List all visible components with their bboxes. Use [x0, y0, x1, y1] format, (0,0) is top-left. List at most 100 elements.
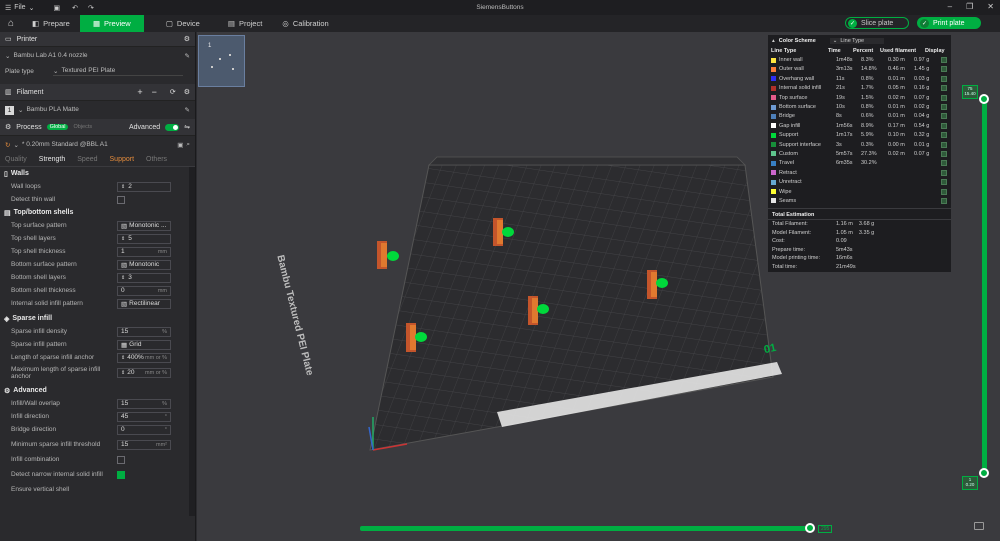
legend-row[interactable]: Seams — [768, 196, 951, 205]
display-checkbox[interactable] — [941, 179, 947, 186]
legend-row[interactable]: Wipe — [768, 187, 951, 196]
tab-prepare[interactable]: ◧ Prepare — [22, 15, 80, 32]
legend-row[interactable]: Unretract — [768, 177, 951, 186]
display-checkbox[interactable] — [941, 169, 947, 176]
display-checkbox[interactable] — [941, 160, 947, 167]
legend-row[interactable]: Gap infill 1m56s 8.9% 0.17 m 0.54 g — [768, 121, 951, 130]
gear-icon[interactable]: ⚙ — [184, 35, 190, 43]
internal-pattern-select[interactable]: ▧ Rectilinear — [117, 298, 171, 309]
narrow-infill-checkbox[interactable] — [117, 470, 125, 479]
layer-slider-top-handle[interactable]: 75 15.40 — [962, 85, 978, 99]
filament-select[interactable]: ⌄ Bambu PLA Matte — [18, 106, 79, 114]
infill-direction-input[interactable]: 45 ° — [117, 411, 171, 422]
remove-filament-button[interactable]: − — [152, 87, 157, 97]
settings-icon[interactable]: ⚙ — [184, 88, 190, 96]
legend-row[interactable]: Support interface 3s 0.3% 0.00 m 0.01 g — [768, 140, 951, 149]
bottom-pattern-select[interactable]: ▧ Monotonic — [117, 259, 171, 270]
top-thickness-input[interactable]: 1 mm — [117, 246, 171, 257]
color-scheme-select[interactable]: ⌄ Line Type — [829, 37, 885, 44]
legend-row[interactable]: Inner wall 1m48s 8.3% 0.30 m 0.97 g — [768, 55, 951, 64]
legend-row[interactable]: Bridge 8s 0.6% 0.01 m 0.04 g — [768, 112, 951, 121]
wall-loops-input[interactable]: ⇕ 2 — [117, 181, 171, 192]
display-checkbox[interactable] — [941, 113, 947, 120]
sparse-pattern-select[interactable]: ▦ Grid — [117, 339, 171, 350]
printer-select[interactable]: ⌄ Bambu Lab A1 0.4 nozzle ✎ — [0, 47, 195, 64]
display-checkbox[interactable] — [941, 197, 947, 204]
move-slider[interactable] — [360, 526, 815, 531]
legend-row[interactable]: Internal solid infill 21s 1.7% 0.05 m 0.16 g — [768, 84, 951, 93]
legend-row[interactable]: Custom 5m57s 27.3% 0.02 m 0.07 g — [768, 149, 951, 158]
subtab-support[interactable]: Support — [110, 156, 135, 163]
display-checkbox[interactable] — [941, 141, 947, 148]
edit-icon[interactable]: ✎ — [185, 106, 190, 114]
top-layers-input[interactable]: ⇕ 5 — [117, 233, 171, 244]
keyboard-shortcuts-icon[interactable] — [974, 522, 984, 530]
display-checkbox[interactable] — [941, 75, 947, 82]
min-sparse-input[interactable]: 15 mm² — [117, 439, 171, 450]
file-menu[interactable]: ☰ File ⌄ — [0, 4, 39, 12]
subtab-others[interactable]: Others — [146, 156, 167, 163]
tab-project[interactable]: ▤ Project — [218, 15, 272, 32]
legend-row[interactable]: Outer wall 3m13s 14.8% 0.46 m 1.45 g — [768, 65, 951, 74]
slice-plate-button[interactable]: ✓ Slice plate — [845, 17, 909, 29]
anchor-input[interactable]: ⇕ 400% mm or % — [117, 352, 171, 363]
legend-row[interactable]: Support 1m17s 5.9% 0.10 m 0.32 g — [768, 131, 951, 140]
edit-icon[interactable]: ✎ — [185, 52, 190, 60]
display-checkbox[interactable] — [941, 132, 947, 139]
objects-toggle[interactable]: Objects — [73, 124, 92, 130]
legend-row[interactable]: Top surface 19s 1.5% 0.02 m 0.07 g — [768, 93, 951, 102]
search-icon[interactable]: ⌕ — [186, 141, 190, 149]
home-button[interactable]: ⌂ — [0, 15, 22, 32]
display-checkbox[interactable] — [941, 104, 947, 111]
tab-preview[interactable]: ▦ Preview — [79, 15, 144, 32]
maximize-icon[interactable]: ❐ — [966, 2, 973, 11]
sidebar-scrollbar[interactable] — [189, 167, 195, 516]
save-icon[interactable]: ▣ — [53, 4, 60, 12]
subtab-speed[interactable]: Speed — [77, 156, 97, 163]
redo-icon[interactable]: ↷ — [88, 4, 94, 12]
display-checkbox[interactable] — [941, 188, 947, 195]
close-icon[interactable]: ✕ — [987, 2, 994, 11]
display-checkbox[interactable] — [941, 94, 947, 101]
display-checkbox[interactable] — [941, 150, 947, 157]
undo-icon[interactable]: ↶ — [72, 4, 78, 12]
display-checkbox[interactable] — [941, 66, 947, 73]
bottom-thickness-input[interactable]: 0 mm — [117, 285, 171, 296]
subtab-quality[interactable]: Quality — [5, 156, 27, 163]
layer-slider-top-knob[interactable] — [979, 94, 989, 104]
collapse-icon[interactable]: ▴ — [772, 38, 775, 44]
global-toggle[interactable]: Global — [46, 124, 69, 130]
print-plate-button[interactable]: ✓ Print plate — [917, 17, 981, 29]
subtab-strength[interactable]: Strength — [39, 156, 65, 163]
advanced-switch[interactable] — [165, 123, 180, 131]
max-anchor-input[interactable]: ⇕ 20 mm or % — [117, 367, 171, 378]
legend-row[interactable]: Travel 6m35s 30.2% — [768, 159, 951, 168]
minimize-icon[interactable]: – — [948, 2, 952, 11]
save-preset-icon[interactable]: ▣ — [177, 141, 183, 149]
density-input[interactable]: 15% — [117, 326, 171, 337]
layer-slider[interactable] — [982, 96, 987, 472]
tab-device[interactable]: ▢ Device — [156, 15, 210, 32]
unit-label: mm or % — [145, 369, 167, 376]
sync-icon[interactable]: ⟳ — [170, 88, 176, 96]
layer-slider-bottom-knob[interactable] — [979, 468, 989, 478]
display-checkbox[interactable] — [941, 85, 947, 92]
detect-thin-wall-checkbox[interactable] — [117, 195, 125, 204]
top-pattern-select[interactable]: ▧ Monotonic ... — [117, 220, 171, 231]
layer-slider-bottom-handle[interactable]: 1 0.20 — [962, 476, 978, 490]
legend-row[interactable]: Overhang wall 11s 0.8% 0.01 m 0.03 g — [768, 74, 951, 83]
display-checkbox[interactable] — [941, 122, 947, 129]
display-checkbox[interactable] — [941, 57, 947, 64]
compare-icon[interactable]: ⇋ — [184, 123, 190, 131]
infill-combination-checkbox[interactable] — [117, 455, 125, 464]
bridge-direction-input[interactable]: 0 ° — [117, 424, 171, 435]
add-filament-button[interactable]: + — [137, 87, 142, 97]
legend-row[interactable]: Bottom surface 10s 0.8% 0.01 m 0.02 g — [768, 102, 951, 111]
process-preset-select[interactable]: ↻ ⌄ * 0.20mm Standard @BBL A1 ▣ ⌕ — [0, 136, 195, 153]
bottom-layers-input[interactable]: ⇕ 3 — [117, 272, 171, 283]
move-slider-knob[interactable] — [805, 523, 815, 533]
plate-type-select[interactable]: ⌄ Textured PEI Plate — [53, 67, 183, 76]
tab-calibration[interactable]: ◎ Calibration — [272, 15, 338, 32]
overlap-input[interactable]: 15% — [117, 398, 171, 409]
legend-row[interactable]: Retract — [768, 168, 951, 177]
